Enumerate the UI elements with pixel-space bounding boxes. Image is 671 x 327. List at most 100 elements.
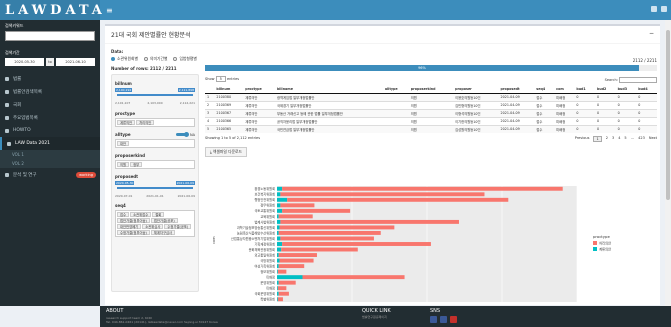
excel-download-button[interactable]: ⤓ 엑셀파일 다운로드: [205, 146, 248, 157]
column-header[interactable]: proposedt: [498, 86, 535, 94]
column-header[interactable]: bud1: [574, 86, 595, 94]
column-header[interactable]: proposer: [453, 86, 499, 94]
sidebar-item-howto[interactable]: HOWTO: [0, 124, 100, 137]
keyword-input[interactable]: [5, 31, 95, 41]
sidebar-item-analysis[interactable]: 분석 및 연구 working: [0, 168, 100, 181]
bar-segment[interactable]: [282, 186, 563, 191]
bar-segment[interactable]: [277, 286, 278, 291]
bar-segment[interactable]: [281, 247, 358, 252]
bar-segment[interactable]: [280, 236, 374, 241]
bar-segment[interactable]: [279, 258, 314, 263]
sidebar-item-law[interactable]: 법률: [0, 72, 100, 85]
column-header[interactable]: billname: [274, 86, 383, 94]
select-tag[interactable]: 대안반영폐기: [117, 224, 142, 229]
column-header[interactable]: alltype: [382, 86, 409, 94]
sidebar-item-vol1[interactable]: VOL 1: [0, 150, 100, 159]
select-tag[interactable]: 대안: [117, 141, 130, 146]
collapse-icon[interactable]: −: [649, 30, 654, 39]
bar-segment[interactable]: [277, 275, 303, 280]
select-tag[interactable]: 법안가결(정부이송): [117, 218, 150, 223]
menu-toggle-icon[interactable]: ≡: [106, 6, 113, 15]
radio-committee[interactable]: 소관위원회별: [111, 56, 138, 62]
billnum-slider[interactable]: 2,100,192 2,111,898: [115, 87, 195, 101]
bar-segment[interactable]: [277, 269, 287, 274]
select-tag[interactable]: 철회: [152, 212, 165, 217]
alltype-select[interactable]: 대안: [115, 139, 195, 148]
page-button[interactable]: 3: [612, 136, 614, 142]
bar-segment[interactable]: [282, 208, 351, 213]
table-row[interactable]: 4 2100366 계류의안 공직자윤리법 일부개정법률안 의원 이기헌의원등10인 202…: [205, 116, 657, 125]
sidebar-item-vol2[interactable]: VOL 2: [0, 159, 100, 168]
bar-segment[interactable]: [277, 264, 279, 269]
bar-segment[interactable]: [277, 219, 281, 224]
bar-segment[interactable]: [277, 242, 283, 246]
column-header[interactable]: com: [554, 86, 575, 94]
select-tag[interactable]: 수정가결(정부이송): [117, 230, 150, 235]
column-header[interactable]: bud3: [615, 86, 637, 94]
facebook-icon[interactable]: [440, 316, 447, 323]
proctype-select[interactable]: 계류의안 처리의안: [115, 118, 195, 127]
column-header[interactable]: bud2: [594, 86, 616, 94]
bar-segment[interactable]: [277, 247, 282, 252]
bar-segment[interactable]: [280, 219, 459, 224]
select-tag[interactable]: 소관위접수: [130, 212, 152, 217]
bar-segment[interactable]: [277, 208, 283, 213]
bar-segment[interactable]: [277, 280, 279, 285]
select-tag[interactable]: 정부: [130, 162, 143, 167]
bar-segment[interactable]: [278, 214, 313, 219]
bar-segment[interactable]: [277, 214, 279, 219]
bar-segment[interactable]: [277, 186, 283, 191]
page-scrollbar[interactable]: [665, 20, 671, 306]
select-tag[interactable]: 의원: [117, 162, 130, 167]
sidebar-item-lawdata-2021[interactable]: LAW Data 2021: [0, 137, 100, 150]
billnum-max-handle[interactable]: 2,111,898: [177, 88, 195, 92]
column-header[interactable]: billnum: [214, 86, 244, 94]
rss-icon[interactable]: [430, 316, 437, 323]
bar-segment[interactable]: [277, 225, 280, 230]
proposerkind-select[interactable]: 의원 정부: [115, 160, 195, 169]
bar-segment[interactable]: [282, 242, 431, 246]
seq4-select[interactable]: 접수 소관위접수 철회 법안가결(정부이송) 법안가결(공포) 대안반영폐기 소…: [115, 210, 195, 237]
bar-segment[interactable]: [278, 280, 296, 285]
prev-page-button[interactable]: Previous: [575, 136, 590, 142]
select-tag[interactable]: 접수: [117, 212, 130, 217]
bar-segment[interactable]: [277, 291, 279, 296]
alltype-na-toggle[interactable]: NA: [175, 132, 195, 137]
page-button[interactable]: 2: [606, 136, 608, 142]
select-tag[interactable]: 수정가결(공포): [164, 224, 192, 229]
next-page-button[interactable]: Next: [649, 136, 657, 142]
column-header[interactable]: seq4: [534, 86, 555, 94]
bar-segment[interactable]: [278, 291, 289, 296]
table-row[interactable]: 1 2100380 계류의안 광역게임법 일부개정법률안 의원 이용호의원등10인 2021…: [205, 92, 657, 101]
column-header[interactable]: bud4: [636, 86, 657, 94]
select-tag[interactable]: 법안가결(공포): [150, 218, 178, 223]
bar-segment[interactable]: [277, 253, 279, 258]
bar-segment[interactable]: [277, 297, 283, 302]
bar-segment[interactable]: [278, 230, 381, 235]
footer-quicklink-item[interactable]: 법률연구원홈페이지: [362, 315, 387, 319]
proposedt-max-handle[interactable]: 2021-06-09: [175, 181, 195, 185]
radio-legislation[interactable]: 입법형평별: [173, 56, 197, 62]
select-tag[interactable]: 체계자구심사: [150, 230, 176, 235]
notification-icon[interactable]: [651, 6, 657, 12]
bar-segment[interactable]: [278, 253, 317, 258]
bar-segment[interactable]: [277, 192, 281, 197]
bar-segment[interactable]: [277, 197, 288, 202]
bar-segment[interactable]: [302, 275, 405, 280]
table-row[interactable]: 5 2100365 계류의안 국민연금법 일부개정법률안 의원 김성원의원등10인 2021…: [205, 124, 657, 133]
bar-segment[interactable]: [279, 225, 395, 230]
page-button[interactable]: 4: [618, 136, 620, 142]
bar-segment[interactable]: [278, 264, 305, 269]
column-header[interactable]: [205, 86, 215, 94]
proposedt-slider[interactable]: 2020-05-30 2021-06-09: [115, 180, 195, 194]
page-button[interactable]: 5: [624, 136, 626, 142]
bar-segment[interactable]: [277, 297, 278, 302]
date-to-input[interactable]: 2021-06-10: [56, 58, 95, 66]
bar-segment[interactable]: [280, 203, 315, 208]
select-tag[interactable]: 처리의안: [136, 120, 155, 125]
date-from-input[interactable]: 2020-05-30: [5, 58, 44, 66]
column-header[interactable]: proctype: [243, 86, 275, 94]
sidebar-item-key-legislation[interactable]: 주요입법목록: [0, 111, 100, 124]
table-row[interactable]: 3 2100367 계류의안 부동산 거래신고 등에 관한 법률 일부개정법률안 의원 이…: [205, 108, 657, 117]
table-search-input[interactable]: [619, 77, 657, 83]
